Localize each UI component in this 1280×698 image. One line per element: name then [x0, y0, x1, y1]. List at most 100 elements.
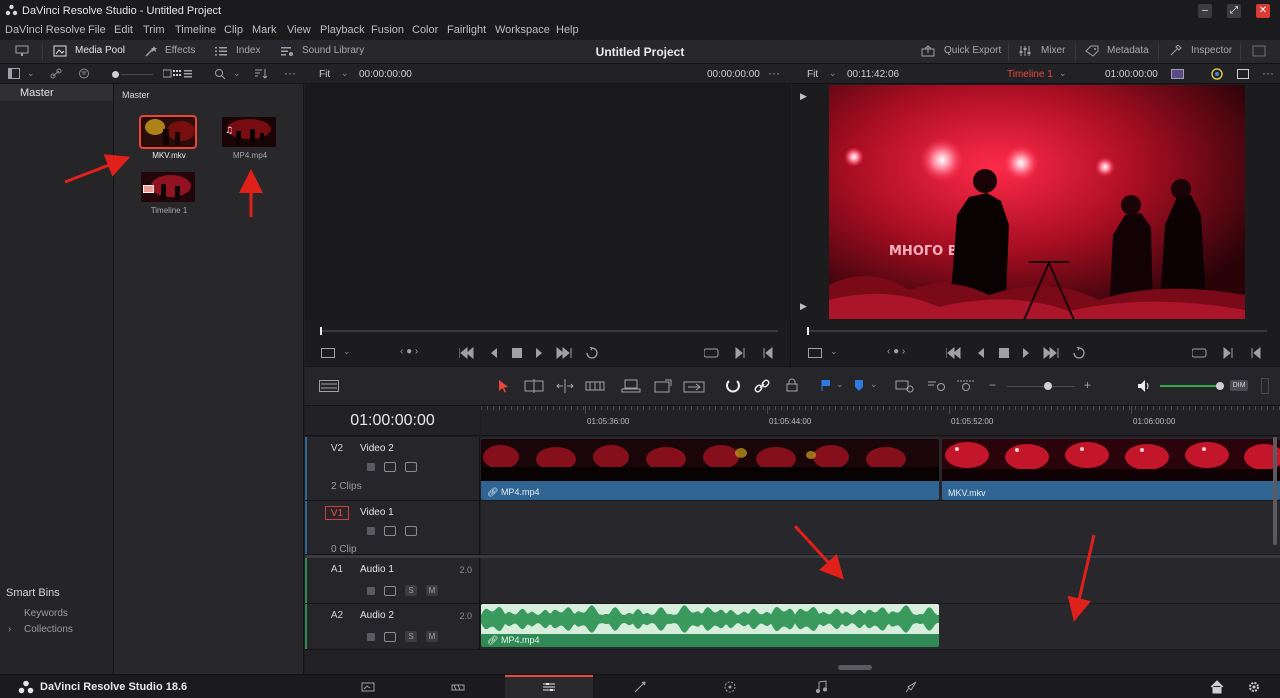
more-options-icon[interactable]: ···: [284, 66, 296, 80]
menu-fusion[interactable]: Fusion: [371, 24, 404, 36]
source-viewer-mode-icon[interactable]: [321, 348, 335, 358]
track-header-v2[interactable]: V2 Video 2 2 Clips: [305, 437, 480, 501]
dim-button[interactable]: DIM: [1230, 380, 1248, 391]
speaker-icon[interactable]: [1137, 379, 1153, 393]
timeline-viewer-image[interactable]: МНОГО BAND: [829, 85, 1245, 319]
index-icon[interactable]: [214, 45, 228, 57]
zoom-full-icon[interactable]: [895, 379, 915, 393]
track-name-v2[interactable]: Video 2: [360, 443, 394, 454]
chevron-down-icon[interactable]: ⌄: [233, 68, 241, 79]
chevron-down-icon[interactable]: ⌄: [836, 379, 844, 390]
auto-track-select-icon[interactable]: [384, 586, 396, 596]
previous-edit-icon[interactable]: ▶︎: [800, 91, 807, 102]
menu-playback[interactable]: Playback: [320, 24, 365, 36]
bin-list-toggle-icon[interactable]: [8, 68, 20, 79]
timeline-ruler[interactable]: 01:05:36:00 01:05:44:00 01:05:52:00 01:0…: [481, 406, 1280, 436]
home-icon[interactable]: [1210, 680, 1224, 694]
track-name-a1[interactable]: Audio 1: [360, 564, 394, 575]
timeline-horizontal-scrollbar[interactable]: [838, 665, 872, 670]
source-transport-controls[interactable]: [459, 347, 599, 359]
thumbnail-size-slider[interactable]: [121, 74, 153, 75]
chevron-right-icon[interactable]: ›: [8, 624, 11, 635]
mute-button[interactable]: M: [426, 631, 438, 642]
replace-clip-icon[interactable]: [683, 379, 705, 393]
timeline-clip-mp4-a2[interactable]: 🔗︎ MP4.mp4: [481, 604, 939, 647]
track-header-a2[interactable]: A2 Audio 2 2.0 S M: [305, 604, 480, 650]
metadata-icon[interactable]: [1085, 45, 1099, 57]
search-icon[interactable]: [214, 68, 226, 80]
metadata-button[interactable]: Metadata: [1107, 45, 1149, 56]
monitor-volume-knob[interactable]: [1216, 382, 1224, 390]
sound-library-icon[interactable]: [280, 45, 294, 57]
timeline-mark-controls[interactable]: [1192, 347, 1264, 359]
mute-button[interactable]: M: [426, 585, 438, 596]
menu-clip[interactable]: Clip: [224, 24, 243, 36]
source-playhead[interactable]: [320, 327, 322, 335]
source-options-icon[interactable]: ···: [768, 66, 780, 80]
effects-icon[interactable]: [144, 45, 158, 57]
menu-help[interactable]: Help: [556, 24, 579, 36]
zoom-custom-icon[interactable]: [956, 379, 976, 393]
media-pool-icon[interactable]: [53, 45, 67, 57]
filter-icon[interactable]: [78, 68, 90, 79]
effects-button[interactable]: Effects: [165, 45, 195, 56]
chevron-down-icon[interactable]: ⌄: [27, 68, 35, 79]
timeline-scrub-bar[interactable]: [807, 330, 1267, 332]
dynamic-trim-icon[interactable]: [555, 379, 575, 393]
disable-video-track-icon[interactable]: [405, 526, 417, 536]
position-lock-icon[interactable]: [786, 378, 798, 392]
media-timeline-1[interactable]: Timeline 1: [141, 172, 197, 215]
media-page-icon[interactable]: [361, 680, 375, 694]
zoom-detail-icon[interactable]: [927, 379, 947, 393]
auto-track-select-icon[interactable]: [384, 526, 396, 536]
marker-icon[interactable]: [853, 379, 865, 392]
timeline-zoom-slider[interactable]: [1007, 386, 1075, 387]
fusion-page-icon[interactable]: [633, 680, 647, 694]
inspector-button[interactable]: Inspector: [1191, 45, 1232, 56]
smart-bin-keywords[interactable]: Keywords: [24, 608, 68, 619]
timeline-clip-mkv-v2[interactable]: MKV.mkv: [942, 439, 1280, 500]
timeline-view-options-icon[interactable]: [319, 380, 339, 392]
track-lane-v1[interactable]: [481, 501, 1280, 555]
timeline-zoom-knob[interactable]: [1044, 382, 1052, 390]
overwrite-clip-icon[interactable]: [653, 379, 673, 393]
media-pool-button[interactable]: Media Pool: [75, 45, 125, 56]
next-edit-icon[interactable]: ▶︎: [800, 301, 807, 312]
media-clip-mkv[interactable]: MKV.mkv: [139, 115, 197, 160]
track-id-a1[interactable]: A1: [325, 563, 349, 577]
maximize-button[interactable]: ⤢: [1227, 4, 1241, 18]
quick-export-button[interactable]: Quick Export: [944, 45, 1001, 56]
solo-button[interactable]: S: [405, 631, 417, 642]
lock-icon[interactable]: [367, 587, 375, 595]
trim-tool-icon[interactable]: [523, 379, 545, 393]
panel-toggle-icon[interactable]: [1252, 45, 1266, 57]
zoom-out-icon[interactable]: −: [989, 378, 996, 392]
menu-view[interactable]: View: [287, 24, 311, 36]
track-id-v1[interactable]: V1: [325, 506, 349, 520]
track-lane-a1[interactable]: [481, 558, 1280, 604]
track-name-v1[interactable]: Video 1: [360, 507, 394, 518]
fairlight-page-icon[interactable]: [814, 680, 828, 694]
workspace-monitor-icon[interactable]: [15, 45, 29, 57]
chevron-down-icon[interactable]: ⌄: [870, 379, 878, 390]
mixer-button[interactable]: Mixer: [1041, 45, 1065, 56]
timeline-viewer-zoom-select[interactable]: Fit: [807, 69, 818, 80]
source-mark-controls[interactable]: [704, 347, 774, 359]
timeline-name-select[interactable]: Timeline 1: [1007, 69, 1053, 80]
gear-icon[interactable]: [1247, 680, 1261, 694]
source-viewer-frame[interactable]: [305, 84, 791, 320]
jog-icon[interactable]: ‹ ● ›: [400, 346, 418, 357]
auto-track-select-icon[interactable]: [384, 632, 396, 642]
track-lane-a2[interactable]: 🔗︎ MP4.mp4: [481, 604, 1280, 650]
viewer-options-icon[interactable]: ···: [1262, 66, 1274, 80]
menu-timeline[interactable]: Timeline: [175, 24, 216, 36]
lock-icon[interactable]: [367, 527, 375, 535]
selection-tool-icon[interactable]: [498, 379, 510, 393]
chevron-down-icon[interactable]: ⌄: [829, 68, 837, 79]
edit-page-icon[interactable]: [542, 680, 556, 694]
quick-export-icon[interactable]: [921, 45, 935, 57]
deliver-page-icon[interactable]: [904, 680, 918, 694]
chevron-down-icon[interactable]: ⌄: [341, 68, 349, 79]
link-icon[interactable]: [50, 68, 62, 79]
media-clip-mp4[interactable]: ♫ MP4.mp4: [222, 117, 278, 160]
